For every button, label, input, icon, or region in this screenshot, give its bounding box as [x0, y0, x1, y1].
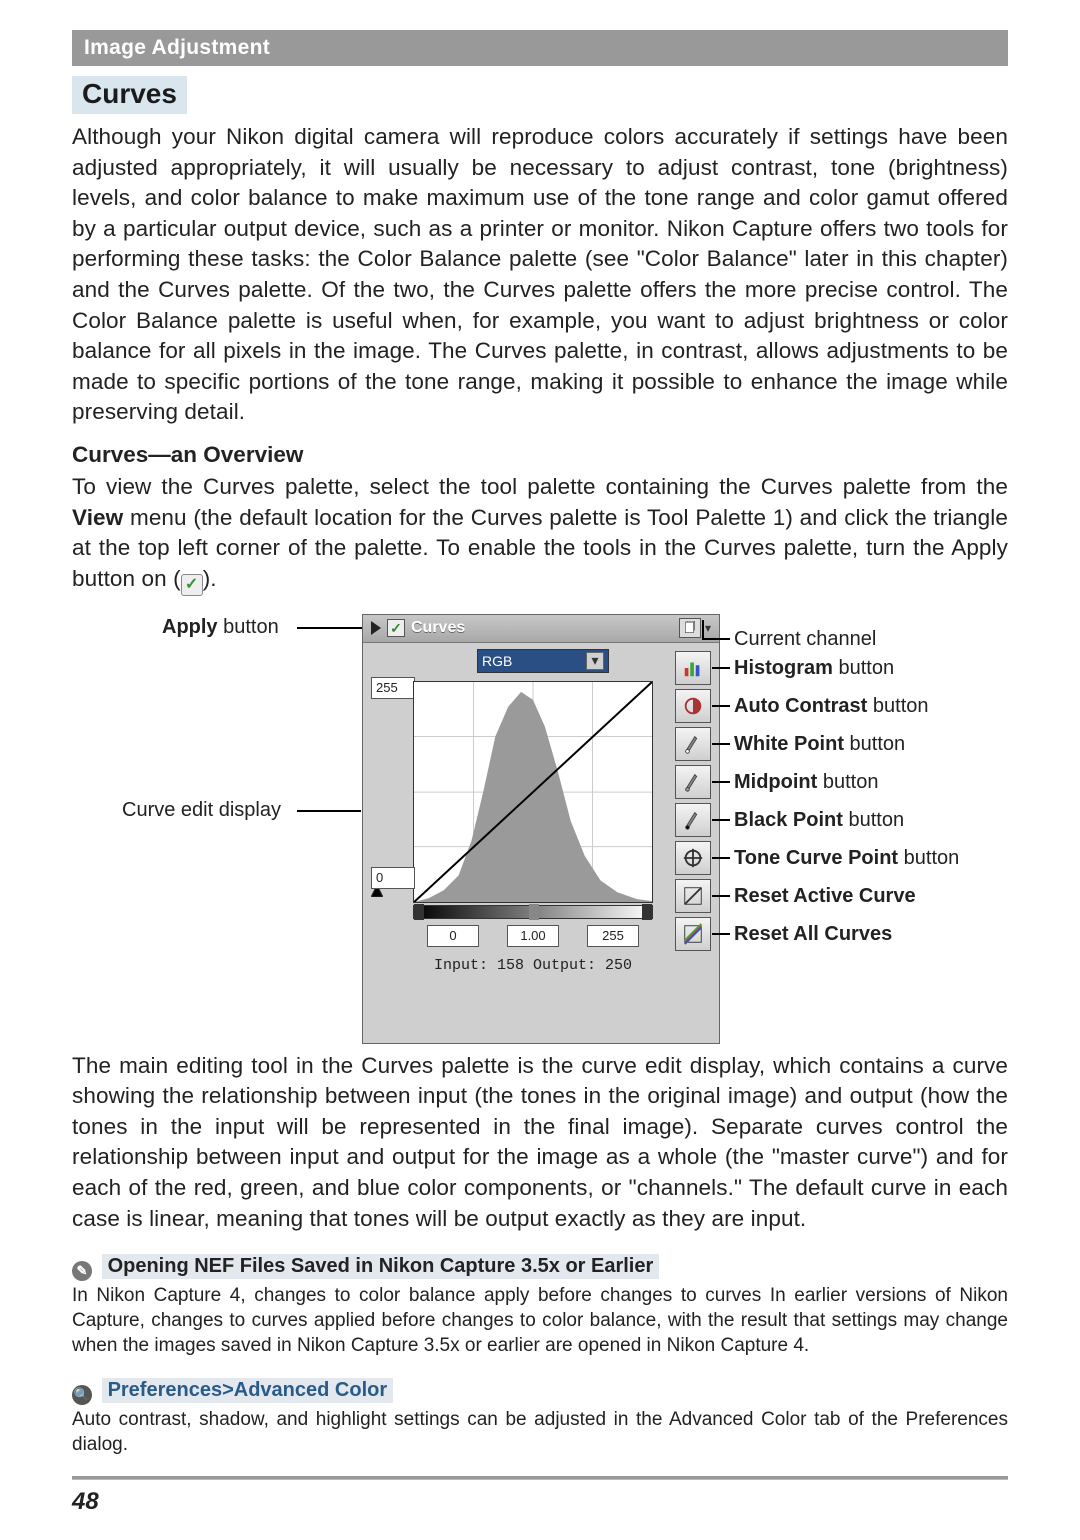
page-title-text: Curves [82, 78, 177, 109]
label-apply-bold: Apply [162, 616, 218, 638]
intro-paragraph: Although your Nikon digital camera will … [72, 122, 1008, 428]
leader-resetall [712, 933, 730, 935]
label-midpoint-b: Midpoint [734, 771, 817, 793]
apply-check-icon [181, 574, 203, 596]
output-max-field[interactable]: 255 [371, 677, 415, 699]
leader-histogram [712, 667, 730, 669]
panel-header: Curves ▾ [363, 615, 719, 643]
label-whitepoint-s: button [844, 733, 905, 755]
input-gamma-field[interactable]: 1.00 [507, 925, 559, 947]
panel-title: Curves [411, 619, 465, 637]
note2-paragraph: Auto contrast, shadow, and highlight set… [72, 1407, 1008, 1457]
channel-select[interactable]: RGB ▾ [477, 649, 609, 673]
label-tcp-s: button [898, 847, 959, 869]
pencil-icon: ✎ [72, 1261, 92, 1281]
curves-diagram: Apply button Curve edit display Curves ▾… [72, 614, 1008, 1029]
footer-rule [72, 1476, 1008, 1480]
output-min-field[interactable]: 0 [371, 867, 415, 889]
label-blackpoint-b: Black Point [734, 809, 843, 831]
disclosure-triangle-icon[interactable] [371, 621, 381, 635]
label-white-point: White Point button [734, 733, 905, 756]
overview-heading: Curves—an Overview [72, 442, 1008, 468]
label-midpoint: Midpoint button [734, 771, 878, 794]
leader-midpoint [712, 781, 730, 783]
label-reset-all: Reset All Curves [734, 923, 892, 946]
main-editing-paragraph: The main editing tool in the Curves pale… [72, 1051, 1008, 1235]
label-apply-suffix: button [218, 616, 279, 638]
label-autocontrast-b: Auto Contrast [734, 695, 867, 717]
note1-heading: ✎ Opening NEF Files Saved in Nikon Captu… [72, 1254, 1008, 1281]
input-output-readout: Input: 158 Output: 250 [413, 957, 653, 974]
label-resetactive-b: Reset Active Curve [734, 885, 916, 907]
midpoint-handle[interactable] [529, 904, 539, 920]
label-auto-contrast: Auto Contrast button [734, 695, 929, 718]
label-apply: Apply button [162, 616, 279, 639]
label-blackpoint-s: button [843, 809, 904, 831]
label-reset-active: Reset Active Curve [734, 885, 916, 908]
leader-autocontrast [712, 705, 730, 707]
leader-resetactive [712, 895, 730, 897]
label-histogram: Histogram button [734, 657, 894, 680]
apply-checkbox[interactable] [387, 619, 405, 637]
tone-curve-point-button[interactable] [675, 841, 711, 875]
label-resetall-b: Reset All Curves [734, 923, 892, 945]
label-autocontrast-s: button [867, 695, 928, 717]
black-point-handle[interactable] [414, 904, 424, 920]
overview-end: ). [203, 566, 217, 591]
auto-contrast-button[interactable] [675, 689, 711, 723]
channel-select-value: RGB [482, 653, 512, 669]
white-point-button[interactable] [675, 727, 711, 761]
overview-pre: To view the Curves palette, select the t… [72, 474, 1008, 499]
reset-all-curves-button[interactable] [675, 917, 711, 951]
label-whitepoint-b: White Point [734, 733, 844, 755]
leader-whitepoint [712, 743, 730, 745]
label-tone-curve-point: Tone Curve Point button [734, 847, 959, 870]
label-histogram-b: Histogram [734, 657, 833, 679]
midpoint-button[interactable] [675, 765, 711, 799]
label-midpoint-s: button [817, 771, 878, 793]
leader-blackpoint [712, 819, 730, 821]
white-point-handle[interactable] [642, 904, 652, 920]
panel-menu-icon[interactable] [679, 618, 701, 638]
label-black-point: Black Point button [734, 809, 904, 832]
input-max-field[interactable]: 255 [587, 925, 639, 947]
black-point-button[interactable] [675, 803, 711, 837]
section-bar: Image Adjustment [72, 30, 1008, 66]
overview-paragraph: To view the Curves palette, select the t… [72, 472, 1008, 596]
label-histogram-s: button [833, 657, 894, 679]
leader-channel [702, 638, 730, 640]
label-curve-edit: Curve edit display [122, 799, 281, 822]
note1-heading-text: Opening NEF Files Saved in Nikon Capture… [108, 1255, 654, 1277]
curve-edit-display[interactable] [413, 681, 653, 903]
leader-channel-v [702, 620, 704, 638]
panel-dropdown-icon[interactable]: ▾ [705, 621, 719, 635]
input-min-field[interactable]: 0 [427, 925, 479, 947]
page-number: 48 [72, 1488, 1008, 1516]
label-tcp-b: Tone Curve Point [734, 847, 898, 869]
leader-tonecurvepoint [712, 857, 730, 859]
input-gradient-slider[interactable] [413, 905, 653, 919]
reset-active-curve-button[interactable] [675, 879, 711, 913]
note1-paragraph: In Nikon Capture 4, changes to color bal… [72, 1283, 1008, 1358]
chevron-down-icon: ▾ [586, 652, 604, 670]
overview-view-word: View [72, 505, 123, 530]
note2-heading-text: Preferences>Advanced Color [108, 1379, 388, 1401]
page-title: Curves [72, 76, 187, 114]
histogram-button[interactable] [675, 651, 711, 685]
note2-heading: 🔍 Preferences>Advanced Color [72, 1378, 1008, 1405]
magnifier-icon: 🔍 [72, 1385, 92, 1405]
label-current-channel: Current channel [734, 628, 876, 651]
curves-panel: Curves ▾ RGB ▾ 255 [362, 614, 720, 1044]
leader-curve-edit [297, 810, 361, 812]
